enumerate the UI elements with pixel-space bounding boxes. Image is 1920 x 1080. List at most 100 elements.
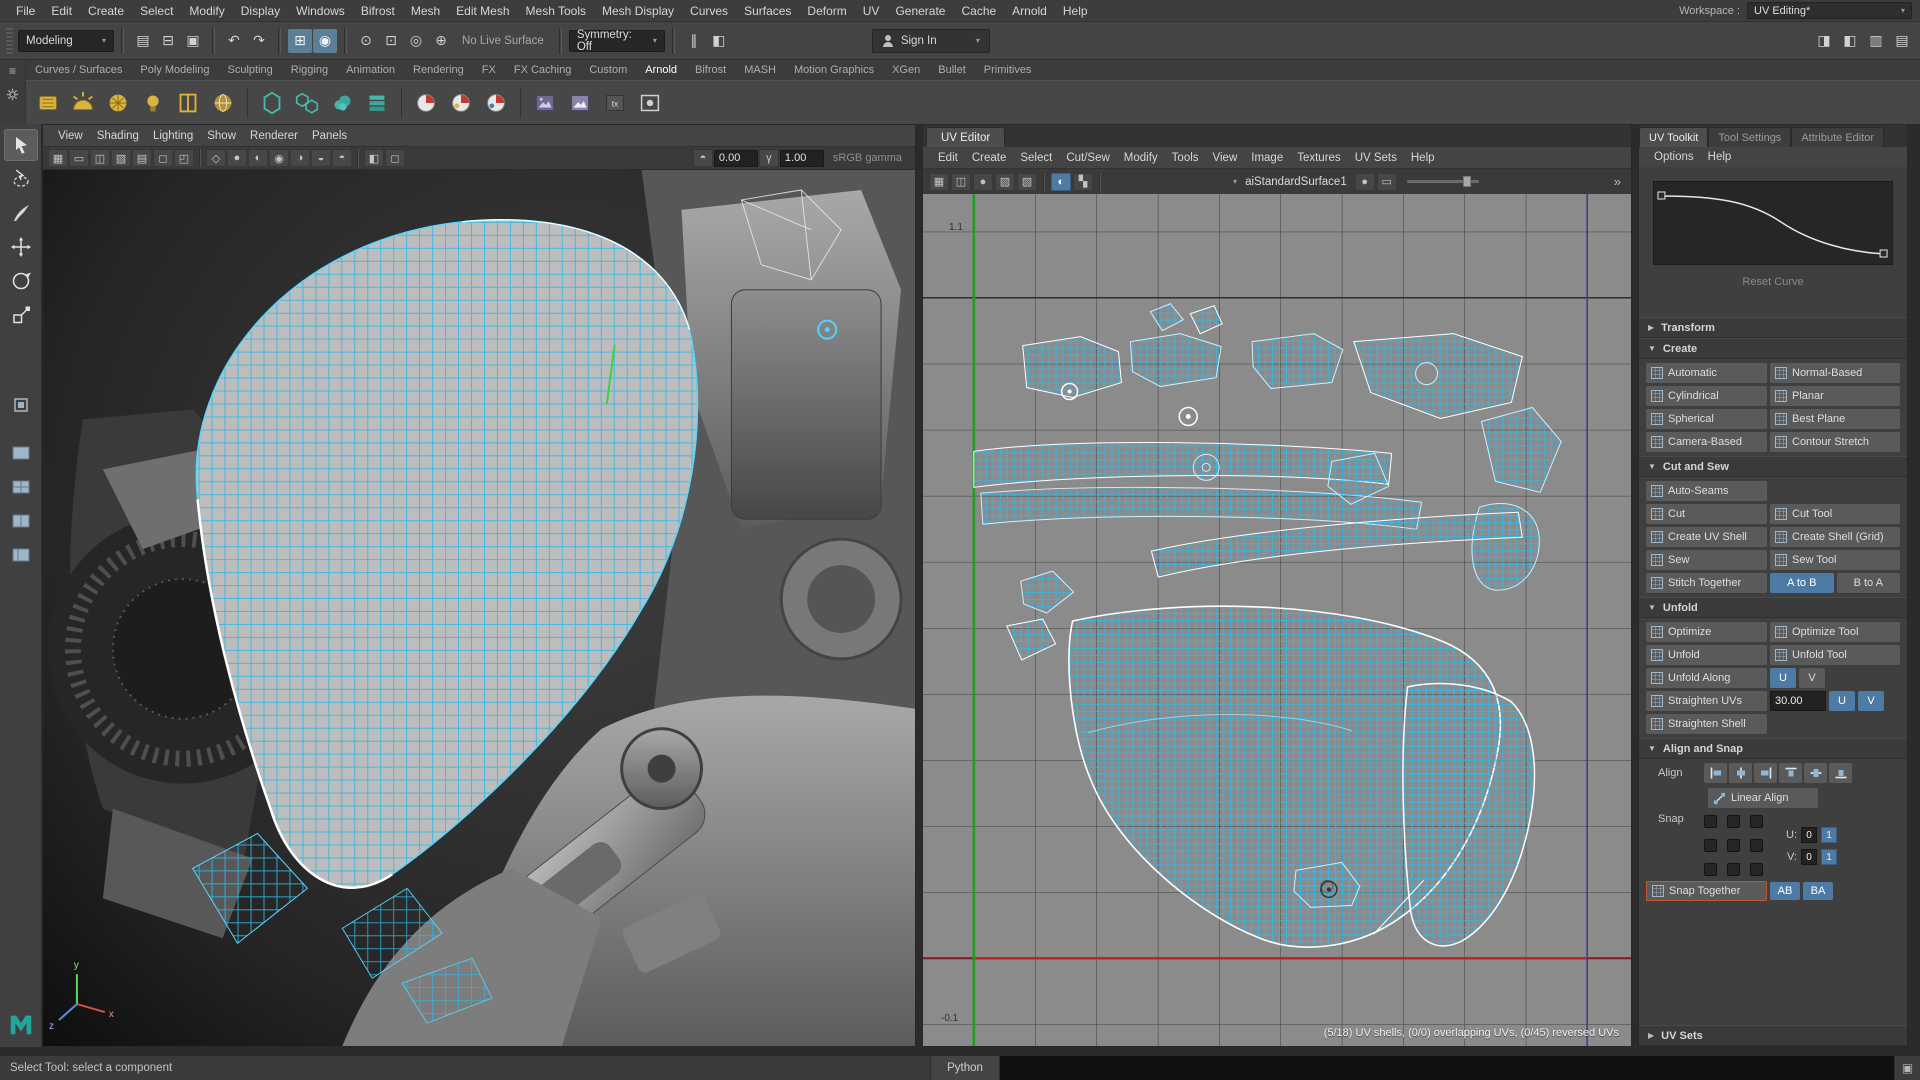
snap-together-button[interactable]: Snap Together (1646, 881, 1767, 901)
script-editor-icon[interactable]: ▣ (1894, 1056, 1920, 1080)
linear-align-button[interactable]: Linear Align (1708, 788, 1818, 808)
persp-outliner-layout-button[interactable] (4, 539, 38, 571)
photometric-light-icon[interactable] (137, 87, 169, 119)
snap-checkbox[interactable] (1704, 839, 1717, 852)
straighten-angle-field[interactable] (1770, 691, 1826, 711)
scale-tool-button[interactable] (4, 299, 38, 331)
tab-uv-toolkit[interactable]: UV Toolkit (1639, 127, 1709, 147)
uv-projection-button[interactable]: Spherical (1646, 409, 1767, 429)
section-unfold[interactable]: ▼ Unfold (1639, 597, 1907, 618)
unfold-button[interactable]: Unfold (1646, 645, 1767, 665)
menu-item[interactable]: Curves (682, 4, 736, 18)
standard-hair-shader-icon[interactable] (480, 87, 512, 119)
viewport-menu-item[interactable]: Lighting (146, 130, 200, 142)
straighten-v-button[interactable]: V (1858, 691, 1884, 711)
drag-handle[interactable] (6, 27, 13, 54)
section-create[interactable]: ▼ Create (1639, 338, 1907, 359)
snap-ab-button[interactable]: AB (1770, 882, 1800, 900)
uv-projection-button[interactable]: Camera-Based (1646, 432, 1767, 452)
straighten-uvs-button[interactable]: Straighten UVs (1646, 691, 1767, 711)
wireframe-display-icon[interactable]: ◇ (206, 149, 226, 167)
exposure-field[interactable] (713, 149, 758, 167)
uv-editor-menu-item[interactable]: Create (965, 152, 1014, 164)
align-min-v-button[interactable] (1829, 763, 1852, 783)
shadows-icon[interactable]: ◑ (290, 149, 310, 167)
uv-projection-button[interactable]: Best Plane (1770, 409, 1900, 429)
gate-mask-icon[interactable]: ▧ (111, 149, 131, 167)
menu-item[interactable]: Arnold (1004, 4, 1055, 18)
menu-item[interactable]: Mesh Display (594, 4, 682, 18)
shelf-tab[interactable]: Motion Graphics (785, 62, 883, 78)
area-light-icon[interactable] (32, 87, 64, 119)
a-to-b-button[interactable]: A to B (1770, 573, 1834, 593)
paint-select-tool-button[interactable] (4, 197, 38, 229)
tab-tool-settings[interactable]: Tool Settings (1708, 127, 1792, 147)
slider-handle[interactable] (1462, 176, 1471, 187)
aov-browser-icon[interactable] (564, 87, 596, 119)
gamma-field[interactable] (779, 149, 824, 167)
shelf-tab[interactable]: FX (473, 62, 505, 78)
isolate-select-icon[interactable]: ◻ (385, 149, 405, 167)
menu-item[interactable]: Deform (799, 4, 854, 18)
uv-smudge-tool-icon[interactable]: ● (973, 172, 993, 191)
menu-help[interactable]: Help (1701, 151, 1739, 163)
shelf-tab[interactable]: Rigging (282, 62, 337, 78)
image-dim-slider[interactable] (1406, 176, 1479, 187)
shelf-tab[interactable]: Arnold (636, 62, 686, 78)
create-shell-grid-button[interactable]: Create Shell (Grid) (1770, 527, 1900, 547)
uv-editor-menu-item[interactable]: Edit (931, 152, 965, 164)
gear-icon[interactable] (6, 88, 19, 101)
viewport-menu-item[interactable]: Shading (90, 130, 146, 142)
snap-checkbox[interactable] (1727, 815, 1740, 828)
snap-to-plane-icon[interactable]: ⊡ (379, 29, 403, 53)
resolution-gate-icon[interactable]: ◫ (90, 149, 110, 167)
uv-canvas[interactable]: 1.1 -0.1 (5/18) UV shells, (0/0) overlap… (923, 194, 1631, 1046)
align-center-v-button[interactable] (1804, 763, 1827, 783)
film-gate-icon[interactable]: ▭ (69, 149, 89, 167)
stitch-together-button[interactable]: Stitch Together (1646, 573, 1767, 593)
v-max-field[interactable]: 1 (1821, 849, 1837, 865)
last-tool-button[interactable] (4, 389, 38, 421)
b-to-a-button[interactable]: B to A (1836, 573, 1900, 593)
menu-item[interactable]: Windows (288, 4, 353, 18)
mesh-light-icon[interactable] (102, 87, 134, 119)
viewport-canvas[interactable]: y x z (43, 170, 915, 1046)
tab-attribute-editor[interactable]: Attribute Editor (1791, 127, 1885, 147)
attribute-editor-toggle-icon[interactable]: ◨ (1812, 29, 1836, 53)
tool-settings-toggle-icon[interactable]: ◧ (1838, 29, 1862, 53)
shaded-display-icon[interactable]: ● (227, 149, 247, 167)
uv-editor-menu-item[interactable]: View (1206, 152, 1245, 164)
texture-selector[interactable]: aiStandardSurface1 (1239, 176, 1353, 188)
symmetry-selector[interactable]: Symmetry: Off ▾ (568, 29, 665, 53)
snap-checkbox[interactable] (1727, 863, 1740, 876)
two-pane-layout-button[interactable] (4, 505, 38, 537)
shelf-tab[interactable]: FX Caching (505, 62, 580, 78)
viewport-menu-item[interactable]: View (51, 130, 90, 142)
select-tool-button[interactable] (3, 129, 38, 161)
straighten-shell-button[interactable]: Straighten Shell (1646, 714, 1767, 734)
redo-icon[interactable]: ↷ (247, 29, 271, 53)
procedural-icon[interactable] (291, 87, 323, 119)
unfold-along-button[interactable]: Unfold Along (1646, 668, 1767, 688)
menu-item[interactable]: Select (132, 4, 181, 18)
chevron-down-icon[interactable]: ▾ (1228, 177, 1237, 186)
snap-checkbox[interactable] (1750, 863, 1763, 876)
menu-item[interactable]: Mesh Tools (518, 4, 594, 18)
straighten-u-button[interactable]: U (1829, 691, 1855, 711)
lasso-tool-button[interactable] (4, 163, 38, 195)
interactive-shading-icon[interactable]: ◧ (707, 29, 731, 53)
unfold-u-button[interactable]: U (1770, 668, 1796, 688)
menu-item[interactable]: Display (233, 4, 288, 18)
channel-box-toggle-icon[interactable]: ▥ (1864, 29, 1888, 53)
viewport-menu-item[interactable]: Panels (305, 130, 354, 142)
use-all-lights-icon[interactable]: ◉ (269, 149, 289, 167)
menu-item[interactable]: Create (80, 4, 132, 18)
section-align-and-snap[interactable]: ▼ Align and Snap (1639, 738, 1907, 759)
undo-icon[interactable]: ↶ (222, 29, 246, 53)
save-scene-icon[interactable]: ▣ (181, 29, 205, 53)
align-max-u-button[interactable] (1754, 763, 1777, 783)
menu-item[interactable]: Bifrost (353, 4, 403, 18)
tab-uv-editor[interactable]: UV Editor (926, 127, 1006, 147)
uv-editor-menu-item[interactable]: Cut/Sew (1059, 152, 1116, 164)
shelf-tab[interactable]: XGen (883, 62, 929, 78)
